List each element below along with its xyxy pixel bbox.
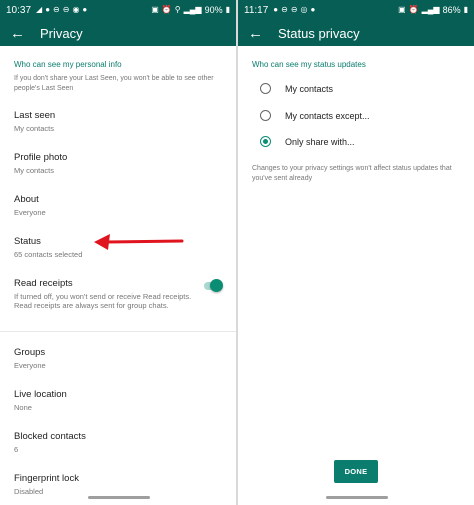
alarm-icon: ⏰ bbox=[408, 5, 419, 14]
image-icon: ▣ bbox=[151, 5, 159, 14]
option-my-contacts[interactable]: My contacts bbox=[260, 83, 333, 94]
option-label: Only share with... bbox=[285, 136, 355, 147]
pref-read-receipts[interactable]: Read receipts If turned off, you won't s… bbox=[0, 278, 236, 310]
status-privacy-screen: 11:17 ● ⊖ ⊖ ◎ ● ▣ ⏰ ▂▄▆ 86% ▮ ← Status p… bbox=[238, 0, 474, 505]
notification-dot-icon: ◉ bbox=[72, 5, 80, 14]
pref-value: My contacts bbox=[14, 166, 55, 175]
pref-value: Everyone bbox=[14, 361, 46, 370]
signal-icon: ▂▄▆ bbox=[421, 5, 440, 14]
page-title: Privacy bbox=[40, 25, 83, 41]
page-title: Status privacy bbox=[278, 25, 360, 41]
app-bar: ← Status privacy bbox=[238, 20, 474, 46]
back-arrow-icon[interactable]: ← bbox=[248, 25, 270, 42]
pref-label: Blocked contacts bbox=[14, 431, 86, 442]
option-label: My contacts bbox=[285, 83, 334, 94]
notification-icons: ◢ ● ⊖ ⊖ ◉ ● bbox=[36, 6, 87, 14]
pref-label: Profile photo bbox=[14, 152, 68, 163]
pref-value: If turned off, you won't send or receive… bbox=[14, 292, 192, 310]
signal-icon: ▂▄▆ bbox=[183, 5, 202, 14]
read-receipts-toggle[interactable] bbox=[204, 279, 223, 292]
pref-label: Last seen bbox=[14, 110, 56, 121]
pref-value: Disabled bbox=[14, 487, 44, 496]
alarm-icon: ⏰ bbox=[161, 5, 172, 14]
pref-blocked-contacts[interactable]: Blocked contacts 6 bbox=[0, 431, 236, 454]
notification-dot-icon: ⊖ bbox=[53, 5, 60, 14]
divider bbox=[0, 331, 236, 332]
pref-label: Read receipts bbox=[14, 278, 73, 289]
back-arrow-icon[interactable]: ← bbox=[10, 25, 32, 42]
image-icon: ▣ bbox=[398, 5, 406, 14]
notification-dot-icon: ● bbox=[310, 5, 316, 14]
option-only-share-with[interactable]: Only share with... bbox=[260, 136, 355, 147]
system-icons: ▣ ⏰ ⚲ ▂▄▆ 90% ▮ bbox=[151, 5, 230, 15]
section-description: If you don't share your Last Seen, you w… bbox=[14, 75, 214, 92]
battery-icon: ▮ bbox=[463, 5, 468, 14]
annotation-arrow bbox=[94, 234, 184, 250]
pref-value: 6 bbox=[14, 445, 19, 454]
toggle-knob bbox=[210, 279, 223, 292]
notification-dot-icon: ⊖ bbox=[281, 5, 288, 14]
privacy-screen: 10:37 ◢ ● ⊖ ⊖ ◉ ● ▣ ⏰ ⚲ ▂▄▆ 90% ▮ ← Priv… bbox=[0, 0, 236, 505]
notification-icons: ● ⊖ ⊖ ◎ ● bbox=[273, 6, 315, 14]
pref-label: Fingerprint lock bbox=[14, 473, 79, 484]
pref-about[interactable]: About Everyone bbox=[0, 194, 236, 217]
option-label: My contacts except... bbox=[285, 110, 370, 121]
radio-button[interactable] bbox=[260, 83, 271, 94]
pref-fingerprint-lock[interactable]: Fingerprint lock Disabled bbox=[0, 473, 236, 496]
radio-button[interactable] bbox=[260, 110, 271, 121]
notification-dot-icon: ● bbox=[273, 5, 279, 14]
pref-value: Everyone bbox=[14, 208, 46, 217]
instagram-icon: ◎ bbox=[300, 5, 308, 14]
pref-last-seen[interactable]: Last seen My contacts bbox=[0, 110, 236, 133]
radio-button-selected[interactable] bbox=[260, 136, 271, 147]
notification-dot-icon: ● bbox=[45, 5, 51, 14]
done-button[interactable]: DONE bbox=[334, 460, 378, 483]
pref-value: My contacts bbox=[14, 124, 55, 133]
section-header: Who can see my personal info bbox=[14, 60, 122, 69]
radio-dot bbox=[263, 139, 268, 144]
app-bar: ← Privacy bbox=[0, 20, 236, 46]
telegram-icon: ◢ bbox=[36, 5, 43, 14]
notification-dot-icon: ● bbox=[82, 5, 88, 14]
battery-level: 90% bbox=[204, 5, 223, 15]
battery-level: 86% bbox=[442, 5, 461, 15]
pref-profile-photo[interactable]: Profile photo My contacts bbox=[0, 152, 236, 175]
pref-label: Live location bbox=[14, 389, 67, 400]
pref-groups[interactable]: Groups Everyone bbox=[0, 347, 236, 370]
status-time: 11:17 bbox=[244, 4, 269, 16]
pref-label: Groups bbox=[14, 347, 46, 358]
pref-value: None bbox=[14, 403, 32, 412]
section-header: Who can see my status updates bbox=[252, 60, 366, 69]
status-bar: 10:37 ◢ ● ⊖ ⊖ ◉ ● ▣ ⏰ ⚲ ▂▄▆ 90% ▮ bbox=[0, 0, 236, 20]
gesture-nav-bar[interactable] bbox=[326, 496, 388, 499]
privacy-note: Changes to your privacy settings won't a… bbox=[252, 165, 452, 182]
location-icon: ⚲ bbox=[174, 5, 181, 14]
status-bar: 11:17 ● ⊖ ⊖ ◎ ● ▣ ⏰ ▂▄▆ 86% ▮ bbox=[238, 0, 474, 20]
notification-dot-icon: ⊖ bbox=[290, 5, 298, 14]
pref-live-location[interactable]: Live location None bbox=[0, 389, 236, 412]
notification-dot-icon: ⊖ bbox=[62, 5, 70, 14]
status-time: 10:37 bbox=[6, 4, 32, 16]
option-my-contacts-except[interactable]: My contacts except... bbox=[260, 110, 370, 121]
system-icons: ▣ ⏰ ▂▄▆ 86% ▮ bbox=[398, 5, 468, 15]
pref-label: About bbox=[14, 194, 39, 205]
gesture-nav-bar[interactable] bbox=[88, 496, 150, 499]
battery-icon: ▮ bbox=[225, 5, 230, 14]
